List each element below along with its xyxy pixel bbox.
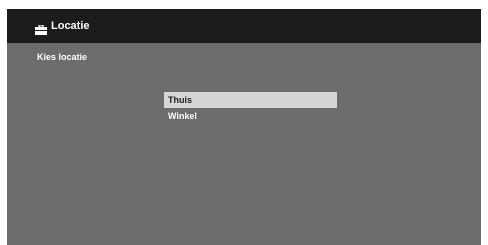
page-title: Locatie [51, 20, 90, 32]
menu-header: Locatie [7, 9, 481, 43]
location-options: Thuis Winkel [164, 92, 337, 124]
option-winkel[interactable]: Winkel [164, 108, 337, 124]
briefcase-icon [35, 22, 47, 35]
tv-menu-screen: Locatie Kies locatie Thuis Winkel [7, 9, 481, 245]
option-thuis[interactable]: Thuis [164, 92, 337, 108]
menu-subtitle: Kies locatie [37, 52, 88, 62]
